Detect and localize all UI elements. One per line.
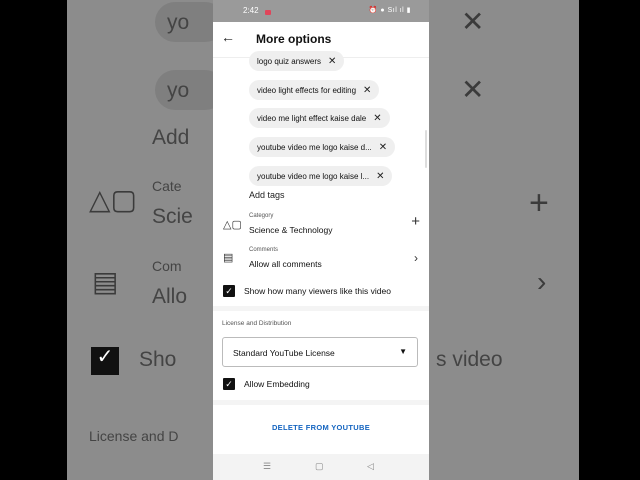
- show-likes-label: Show how many viewers like this video: [244, 286, 391, 296]
- allow-embedding-label: Allow Embedding: [244, 379, 310, 389]
- bg-text: Cate: [152, 178, 182, 194]
- close-icon[interactable]: ✕: [363, 85, 371, 96]
- bg-text: Com: [152, 258, 182, 274]
- tag-chip: youtube video me logo kaise l... ✕: [249, 166, 393, 186]
- add-category-icon[interactable]: +: [411, 214, 420, 229]
- divider: [213, 306, 429, 311]
- checkbox-icon: ✓: [91, 347, 119, 375]
- status-time: 2:42: [243, 6, 259, 15]
- comments-value[interactable]: Allow all comments: [249, 259, 322, 269]
- recents-icon[interactable]: ☰: [263, 461, 271, 472]
- shapes-icon: △▢: [89, 184, 137, 215]
- comment-icon: ▤: [223, 252, 234, 264]
- chevron-right-icon: ›: [537, 266, 547, 297]
- license-select[interactable]: Standard YouTube License ▼: [222, 337, 418, 367]
- tag-label: youtube video me logo kaise d...: [257, 142, 372, 152]
- close-icon: ✕: [461, 6, 485, 37]
- tag-chip: youtube video me logo kaise d... ✕: [249, 137, 396, 157]
- comments-label: Comments: [249, 247, 279, 253]
- bg-text: Sho: [139, 348, 177, 371]
- add-tags-input[interactable]: Add tags: [249, 190, 285, 200]
- bg-text: License and D: [89, 428, 179, 444]
- close-icon: ✕: [461, 74, 485, 105]
- tag-label: youtube video me logo kaise l...: [257, 171, 370, 181]
- license-selected-value: Standard YouTube License: [233, 348, 335, 358]
- category-label: Category: [249, 213, 274, 219]
- background-left: yo yo Add △▢ Cate Scie ▤ Com Allo ✓ Sho …: [67, 0, 213, 480]
- divider: [213, 400, 429, 405]
- close-icon[interactable]: ✕: [379, 142, 387, 153]
- page-title: More options: [256, 32, 332, 46]
- license-section-title: License and Distribution: [222, 320, 292, 327]
- dropdown-arrow-icon: ▼: [399, 347, 407, 356]
- bg-text: yo: [167, 79, 190, 102]
- delete-button[interactable]: DELETE FROM YOUTUBE: [213, 423, 429, 432]
- scrollbar[interactable]: [425, 130, 427, 168]
- chevron-right-icon[interactable]: ›: [414, 251, 418, 265]
- tag-label: video light effects for editing: [257, 85, 357, 95]
- bg-text: s video: [436, 348, 503, 371]
- tag-label: logo quiz answers: [257, 56, 322, 66]
- bg-text: Scie: [152, 205, 193, 228]
- notification-icon: [265, 10, 271, 15]
- comment-icon: ▤: [92, 266, 119, 297]
- home-icon[interactable]: ▢: [315, 461, 324, 472]
- tag-chip: video me light effect kaise dale ✕: [249, 108, 390, 128]
- tag-chip: logo quiz answers ✕: [249, 51, 345, 71]
- category-icon: △▢: [223, 219, 242, 231]
- close-icon[interactable]: ✕: [328, 56, 336, 67]
- plus-icon: +: [529, 184, 549, 222]
- phone-screen: 2:42 ⏰ ● Sıl ıl ▮ ← More options logo qu…: [213, 0, 429, 480]
- bg-text: Add: [152, 126, 190, 149]
- bg-text: Allo: [152, 285, 188, 308]
- allow-embedding-checkbox[interactable]: ✓: [223, 378, 235, 390]
- back-nav-icon[interactable]: ◁: [367, 461, 374, 472]
- system-nav-bar: ☰ ▢ ◁: [213, 454, 429, 480]
- show-likes-checkbox[interactable]: ✓: [223, 285, 235, 297]
- status-bar: 2:42 ⏰ ● Sıl ıl ▮: [213, 0, 429, 22]
- tag-chip: video light effects for editing ✕: [249, 80, 380, 100]
- close-icon[interactable]: ✕: [376, 171, 384, 182]
- tag-label: video me light effect kaise dale: [257, 113, 367, 123]
- category-value[interactable]: Science & Technology: [249, 225, 332, 235]
- system-icons: ⏰ ● Sıl ıl ▮: [368, 7, 411, 14]
- arrow-back-icon[interactable]: ←: [221, 29, 235, 45]
- bg-text: yo: [167, 11, 190, 34]
- close-icon[interactable]: ✕: [373, 113, 381, 124]
- background-right: ✕ ✕ + › s video: [429, 0, 579, 480]
